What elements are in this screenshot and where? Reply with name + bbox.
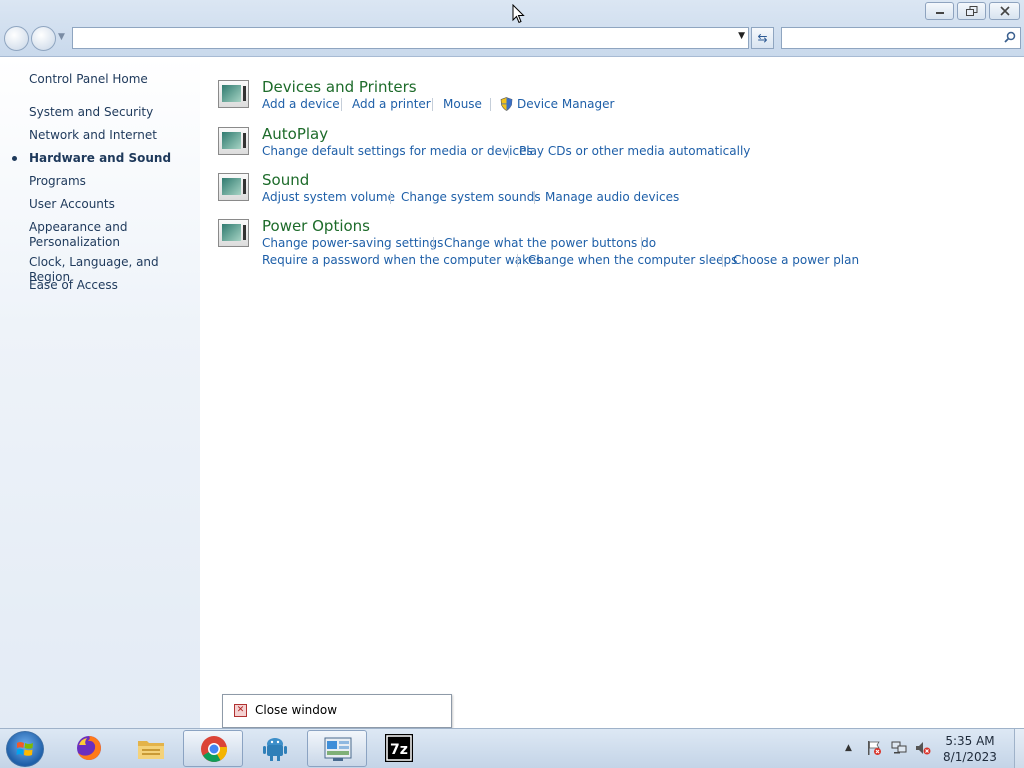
nav-user-accounts[interactable]: User Accounts: [29, 197, 194, 212]
taskbar-android-studio[interactable]: [245, 730, 305, 767]
manage-audio-devices-link[interactable]: Manage audio devices: [545, 190, 679, 204]
address-bar[interactable]: ▼: [72, 27, 749, 49]
close-window-jumplist[interactable]: ✕ Close window: [222, 694, 452, 728]
back-button[interactable]: [4, 26, 29, 51]
close-icon: [999, 6, 1010, 16]
adjust-system-volume-link[interactable]: Adjust system volume: [262, 190, 395, 204]
link-separator: [641, 237, 642, 250]
nav-network-and-internet[interactable]: Network and Internet: [29, 128, 194, 143]
control-panel-home-link[interactable]: Control Panel Home: [29, 72, 194, 87]
devices-and-printers-icon[interactable]: [218, 80, 249, 108]
clock-date: 8/1/2023: [943, 750, 997, 764]
forward-button[interactable]: [31, 26, 56, 51]
add-a-device-link[interactable]: Add a device: [262, 97, 340, 111]
category-autoplay[interactable]: AutoPlay: [262, 125, 328, 143]
device-manager-link[interactable]: Device Manager: [517, 97, 614, 111]
address-dropdown-icon[interactable]: ▼: [738, 31, 745, 41]
7zip-label: 7z: [390, 742, 408, 758]
network-icon[interactable]: [891, 740, 907, 756]
recent-pages-dropdown-icon[interactable]: ▼: [58, 32, 65, 42]
minimize-icon: [935, 12, 944, 14]
choose-power-plan-link[interactable]: Choose a power plan: [733, 253, 859, 267]
nav-programs[interactable]: Programs: [29, 174, 194, 189]
power-options-icon[interactable]: [218, 219, 249, 247]
sound-icon[interactable]: [218, 173, 249, 201]
taskbar-control-panel[interactable]: [307, 730, 367, 767]
chrome-icon: [201, 736, 228, 762]
show-desktop-button[interactable]: [1014, 729, 1024, 768]
category-power-options[interactable]: Power Options: [262, 217, 370, 235]
link-separator: [534, 191, 535, 204]
nav-system-and-security[interactable]: System and Security: [29, 105, 194, 120]
firefox-icon: [77, 736, 101, 760]
link-separator: [432, 98, 433, 111]
7zip-icon: 7z: [385, 734, 413, 762]
taskbar-file-explorer[interactable]: [121, 730, 181, 767]
uac-shield-icon: [500, 97, 513, 111]
clock-time: 5:35 AM: [945, 734, 995, 748]
play-cds-automatically-link[interactable]: Play CDs or other media automatically: [519, 144, 750, 158]
link-separator: [341, 98, 342, 111]
taskbar-chrome[interactable]: [183, 730, 243, 767]
control-panel-icon: [324, 737, 352, 761]
restore-button[interactable]: [957, 2, 986, 20]
category-devices-and-printers[interactable]: Devices and Printers: [262, 78, 417, 96]
link-separator: [508, 145, 509, 158]
nav-appearance-and-personalization[interactable]: Appearance and Personalization: [29, 220, 194, 250]
refresh-icon: ⇆: [757, 31, 768, 45]
change-default-media-settings-link[interactable]: Change default settings for media or dev…: [262, 144, 533, 158]
current-page-bullet: [12, 156, 17, 161]
close-button[interactable]: [989, 2, 1020, 20]
change-power-saving-settings-link[interactable]: Change power-saving settings: [262, 236, 443, 250]
add-a-printer-link[interactable]: Add a printer: [352, 97, 431, 111]
change-power-buttons-link[interactable]: Change what the power buttons do: [444, 236, 656, 250]
taskbar: 7z ▲ 5:35 AM 8/1/2023: [0, 728, 1024, 768]
category-sound[interactable]: Sound: [262, 171, 309, 189]
require-password-on-wake-link[interactable]: Require a password when the computer wak…: [262, 253, 542, 267]
taskbar-7zip[interactable]: 7z: [369, 730, 429, 767]
left-navigation: Control Panel Home System and Security N…: [0, 57, 200, 728]
refresh-button[interactable]: ⇆: [751, 27, 774, 49]
autoplay-icon[interactable]: [218, 127, 249, 155]
close-window-icon: ✕: [234, 704, 247, 717]
search-icon[interactable]: [1004, 31, 1016, 43]
link-separator: [390, 191, 391, 204]
taskbar-firefox[interactable]: [59, 730, 119, 767]
search-input[interactable]: [781, 27, 1021, 49]
nav-hardware-and-sound[interactable]: Hardware and Sound: [29, 151, 194, 166]
android-icon: [263, 738, 287, 761]
close-window-label: Close window: [255, 703, 338, 717]
link-separator: [433, 237, 434, 250]
link-separator: [517, 254, 518, 267]
nav-ease-of-access[interactable]: Ease of Access: [29, 278, 194, 293]
windows-logo-icon: [16, 742, 33, 756]
minimize-button[interactable]: [925, 2, 954, 20]
link-separator: [490, 98, 491, 111]
mouse-cursor-icon: [512, 4, 525, 24]
volume-muted-icon[interactable]: [915, 740, 931, 756]
mouse-link[interactable]: Mouse: [443, 97, 482, 111]
action-center-flag-icon[interactable]: [866, 740, 882, 756]
change-when-computer-sleeps-link[interactable]: Change when the computer sleeps: [528, 253, 737, 267]
show-hidden-icons-button[interactable]: ▲: [845, 743, 852, 753]
file-explorer-icon: [138, 741, 164, 759]
restore-icon: [965, 6, 977, 16]
system-clock[interactable]: 5:35 AM 8/1/2023: [935, 733, 1005, 765]
change-system-sounds-link[interactable]: Change system sounds: [401, 190, 541, 204]
link-separator: [722, 254, 723, 267]
start-button[interactable]: [6, 731, 44, 767]
